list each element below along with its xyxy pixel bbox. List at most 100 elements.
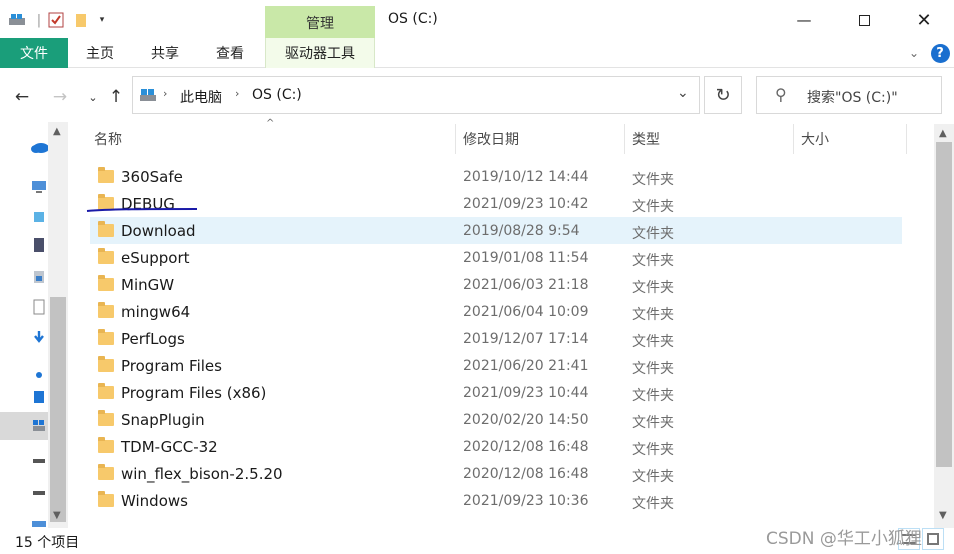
list-item[interactable]: TDM-GCC-32 2020/12/08 16:48 文件夹 (90, 433, 902, 460)
music-icon[interactable] (30, 366, 48, 384)
list-item[interactable]: DEBUG 2021/09/23 10:42 文件夹 (90, 190, 902, 217)
search-icon: ⚲ (775, 85, 787, 104)
scroll-up-icon[interactable]: ▲ (939, 128, 947, 139)
drive-c-icon[interactable] (30, 417, 48, 435)
list-item[interactable]: Program Files (x86) 2021/09/23 10:44 文件夹 (90, 379, 902, 406)
folder-icon (98, 383, 114, 399)
folder-icon (98, 464, 114, 480)
drive-e-icon[interactable] (30, 484, 48, 502)
list-item[interactable]: Program Files 2021/06/20 21:41 文件夹 (90, 352, 902, 379)
file-list-scrollbar[interactable]: ▲ ▼ (934, 124, 954, 528)
list-item[interactable]: MinGW 2021/06/03 21:18 文件夹 (90, 271, 902, 298)
breadcrumb-this-pc[interactable]: 此电脑 (180, 87, 222, 107)
large-icons-view-icon (927, 533, 939, 545)
tab-drive-tools[interactable]: 驱动器工具 (265, 38, 375, 68)
search-input[interactable]: ⚲ 搜索"OS (C:)" (756, 76, 942, 114)
list-item[interactable]: Windows 2021/09/23 10:36 文件夹 (90, 487, 902, 514)
breadcrumb-separator-icon: › (235, 87, 240, 100)
onedrive-icon[interactable] (30, 138, 48, 156)
folder-icon (98, 356, 114, 372)
customize-dropdown-icon[interactable]: ▾ (96, 10, 108, 30)
list-item[interactable]: 360Safe 2019/10/12 14:44 文件夹 (90, 163, 902, 190)
documents-icon[interactable] (30, 298, 48, 316)
nav-pane-scrollbar[interactable]: ▲ ▼ (48, 122, 68, 528)
scroll-down-icon[interactable]: ▼ (939, 510, 947, 521)
breadcrumb-drive[interactable]: OS (C:) (252, 87, 302, 103)
scroll-up-icon[interactable]: ▲ (53, 126, 61, 137)
column-divider[interactable] (793, 124, 794, 154)
column-divider[interactable] (624, 124, 625, 154)
folder-icon (98, 329, 114, 345)
column-header-type[interactable]: 类型 (632, 124, 792, 154)
separator: | (36, 12, 42, 28)
scroll-down-icon[interactable]: ▼ (53, 510, 61, 521)
address-dropdown-icon[interactable]: ⌄ (677, 85, 689, 101)
nav-pane-scroll-thumb[interactable] (50, 297, 66, 522)
folder-icon (98, 221, 114, 237)
window-title: OS (C:) (388, 11, 438, 27)
address-bar[interactable]: › 此电脑 › OS (C:) ⌄ (132, 76, 700, 114)
pc-icon (139, 87, 157, 107)
properties-checkbox-icon[interactable] (46, 10, 66, 30)
folder-icon (98, 491, 114, 507)
help-icon: ? (930, 43, 950, 63)
breadcrumb-separator-icon: › (163, 87, 168, 100)
videos-icon[interactable] (30, 236, 48, 254)
this-pc-icon[interactable] (30, 178, 48, 196)
drive-icon[interactable] (6, 10, 28, 30)
list-item[interactable]: eSupport 2019/01/08 11:54 文件夹 (90, 244, 902, 271)
chevron-down-icon: ⌄ (88, 90, 98, 104)
recent-locations-button[interactable]: ⌄ (82, 86, 104, 108)
forward-button[interactable]: → (49, 86, 71, 108)
pictures-icon[interactable] (30, 268, 48, 286)
column-header-date[interactable]: 修改日期 (463, 124, 623, 154)
3d-objects-icon[interactable] (30, 208, 48, 226)
ribbon-tabs: 文件 主页 共享 查看 驱动器工具 ⌄ ? (0, 38, 954, 68)
downloads-icon[interactable] (30, 328, 48, 346)
drive-d-icon[interactable] (30, 452, 48, 470)
list-item[interactable]: SnapPlugin 2020/02/20 14:50 文件夹 (90, 406, 902, 433)
minimize-icon: — (796, 11, 812, 29)
refresh-icon: ↻ (715, 84, 731, 106)
folder-icon (98, 437, 114, 453)
maximize-button[interactable] (844, 8, 884, 32)
title-bar: | ▾ 管理 OS (C:) — ✕ (0, 0, 954, 40)
new-folder-icon[interactable] (72, 10, 90, 30)
tab-share[interactable]: 共享 (141, 38, 189, 68)
folder-icon (98, 275, 114, 291)
column-divider[interactable] (455, 124, 456, 154)
contextual-group-manage: 管理 (265, 6, 375, 40)
folder-icon (98, 302, 114, 318)
large-icons-view-button[interactable] (922, 528, 944, 550)
refresh-button[interactable]: ↻ (704, 76, 742, 114)
list-item[interactable]: mingw64 2021/06/04 10:09 文件夹 (90, 298, 902, 325)
tab-view[interactable]: 查看 (206, 38, 254, 68)
column-divider[interactable] (906, 124, 907, 154)
folder-icon (98, 248, 114, 264)
folder-icon (98, 410, 114, 426)
folder-icon (98, 167, 114, 183)
file-list-scroll-thumb[interactable] (936, 142, 952, 467)
tab-file[interactable]: 文件 (0, 38, 68, 68)
close-button[interactable]: ✕ (904, 8, 944, 32)
back-button[interactable]: ← (11, 86, 33, 108)
list-item[interactable]: win_flex_bison-2.5.20 2020/12/08 16:48 文… (90, 460, 902, 487)
list-item-selected[interactable]: Download 2019/08/28 9:54 文件夹 (90, 217, 902, 244)
help-button[interactable]: ? (930, 38, 950, 68)
ribbon-expand-chevron-icon[interactable]: ⌄ (904, 38, 924, 68)
column-header-name[interactable]: 名称 (94, 124, 452, 154)
up-button[interactable]: ↑ (105, 86, 127, 108)
close-icon: ✕ (916, 9, 932, 31)
tab-home[interactable]: 主页 (76, 38, 124, 68)
item-count: 15 个项目 (15, 535, 80, 551)
back-arrow-icon: ← (14, 87, 30, 107)
forward-arrow-icon: → (52, 87, 68, 107)
minimize-button[interactable]: — (784, 8, 824, 32)
watermark: CSDN @华工小狐狸 (766, 529, 922, 549)
maximize-icon (858, 14, 870, 26)
annotation-underline (86, 208, 198, 212)
desktop-icon[interactable] (30, 388, 48, 406)
list-item[interactable]: PerfLogs 2019/12/07 17:14 文件夹 (90, 325, 902, 352)
up-arrow-icon: ↑ (108, 87, 124, 107)
column-header-size[interactable]: 大小 (801, 124, 901, 154)
